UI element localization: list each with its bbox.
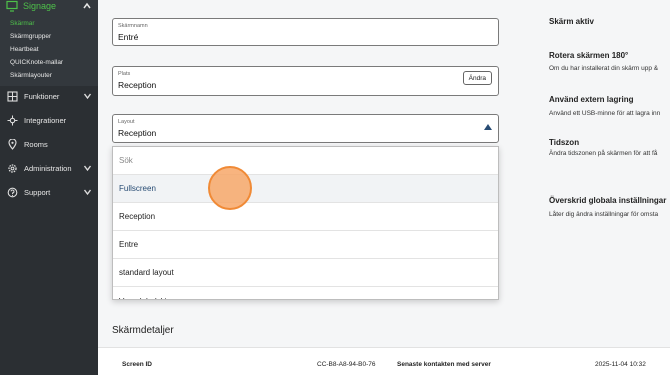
chevron-down-icon — [83, 189, 92, 196]
screen-active-title: Skärm aktiv — [549, 17, 594, 26]
sidebar-item-integrationer[interactable]: Integrationer — [0, 110, 98, 130]
layout-value: Reception — [118, 128, 157, 138]
sidebar-item-label: Integrationer — [24, 115, 67, 125]
gear-icon — [8, 163, 17, 173]
screen-name-field[interactable]: Skärmnamn Entré — [112, 18, 499, 46]
layout-dropdown-menu: Sök Fullscreen Reception Entre standard … — [112, 146, 499, 300]
sidebar-subitem-skarmgrupper[interactable]: Skärmgrupper — [10, 33, 51, 40]
signage-section: Signage Skärmar Skärmgrupper Heartbeat Q… — [0, 0, 98, 86]
layout-select[interactable]: Layout Reception — [112, 114, 499, 143]
sidebar-item-label: Rooms — [24, 139, 48, 149]
sidebar-subitem-quicknote[interactable]: QUICKnote-mallar — [10, 59, 63, 66]
screen-id-label: Screen ID — [122, 361, 152, 368]
grid-icon — [7, 90, 18, 102]
caret-up-icon — [484, 124, 492, 130]
last-contact-label: Senaste kontakten med server — [397, 361, 491, 368]
dropdown-option[interactable]: Vanadeladskiv — [113, 287, 498, 300]
change-place-button[interactable]: Ändra — [462, 71, 492, 85]
screen-details-row: Screen ID CC-B8-A8-94-B0-76 Senaste kont… — [98, 347, 670, 375]
chevron-up-icon — [83, 2, 91, 9]
sidebar-item-label: Administration — [24, 163, 72, 173]
plug-icon — [7, 115, 18, 125]
sidebar-item-label: Support — [24, 187, 51, 197]
click-indicator — [208, 166, 252, 210]
sidebar-item-rooms[interactable]: Rooms — [0, 134, 98, 154]
screen-name-label: Skärmnamn — [118, 23, 148, 29]
timezone-title: Tidszon — [549, 138, 580, 147]
sidebar-subitem-skarmlayouter[interactable]: Skärmlayouter — [10, 72, 52, 79]
dropdown-option[interactable]: Entre — [113, 231, 498, 259]
sidebar-item-label: Signage — [23, 1, 57, 11]
sidebar-item-signage[interactable]: Signage — [0, 0, 98, 15]
dropdown-option[interactable]: standard layout — [113, 259, 498, 287]
sidebar: Signage Skärmar Skärmgrupper Heartbeat Q… — [0, 0, 98, 375]
last-contact-value: 2025-11-04 10:32 — [595, 361, 646, 368]
sidebar-item-support[interactable]: Support — [0, 182, 98, 202]
sidebar-subitem-heartbeat[interactable]: Heartbeat — [10, 46, 39, 53]
help-icon — [7, 187, 18, 197]
screen-details-title: Skärmdetaljer — [112, 325, 174, 336]
screen-id-value: CC-B8-A8-94-B0-76 — [317, 361, 376, 368]
place-field[interactable]: Plats Reception Ändra — [112, 66, 499, 96]
sidebar-subitem-skarmar[interactable]: Skärmar — [10, 20, 35, 27]
layout-label: Layout — [118, 119, 135, 125]
override-desc: Låter dig ändra inställningar för omsta — [549, 211, 659, 218]
timezone-desc: Ändra tidszonen på skärmen för att få — [549, 150, 658, 157]
chevron-down-icon — [83, 165, 92, 172]
place-label: Plats — [118, 71, 131, 77]
storage-desc: Använd ett USB-minne för att lagra inn — [549, 110, 661, 117]
main-content: Skärmnamn Entré Plats Reception Ändra La… — [98, 0, 670, 375]
dropdown-option[interactable]: Reception — [113, 203, 498, 231]
chevron-down-icon — [83, 93, 92, 100]
rotate-desc: Om du har installerat din skärm upp & — [549, 65, 659, 72]
sidebar-item-administration[interactable]: Administration — [0, 158, 98, 178]
dropdown-option[interactable]: Fullscreen — [113, 175, 498, 203]
sidebar-item-funktioner[interactable]: Funktioner — [0, 86, 98, 106]
map-pin-icon — [8, 138, 17, 150]
screen-name-value: Entré — [118, 32, 139, 42]
place-value: Reception — [118, 80, 157, 90]
dropdown-search-input[interactable]: Sök — [113, 147, 498, 175]
monitor-icon — [6, 0, 18, 12]
storage-title: Använd extern lagring — [549, 95, 634, 104]
override-title: Överskrid globala inställningar — [549, 196, 667, 205]
rotate-title: Rotera skärmen 180° — [549, 51, 629, 60]
sidebar-item-label: Funktioner — [24, 91, 60, 101]
